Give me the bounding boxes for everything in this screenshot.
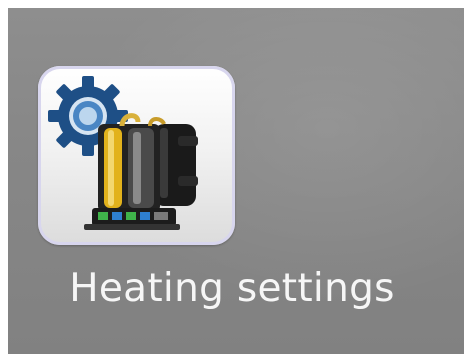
heating-settings-label[interactable]: Heating settings	[0, 266, 464, 311]
gear-compressor-icon	[48, 76, 198, 230]
heating-settings-tile[interactable]	[38, 66, 235, 245]
screen: Heating settings	[0, 0, 464, 354]
